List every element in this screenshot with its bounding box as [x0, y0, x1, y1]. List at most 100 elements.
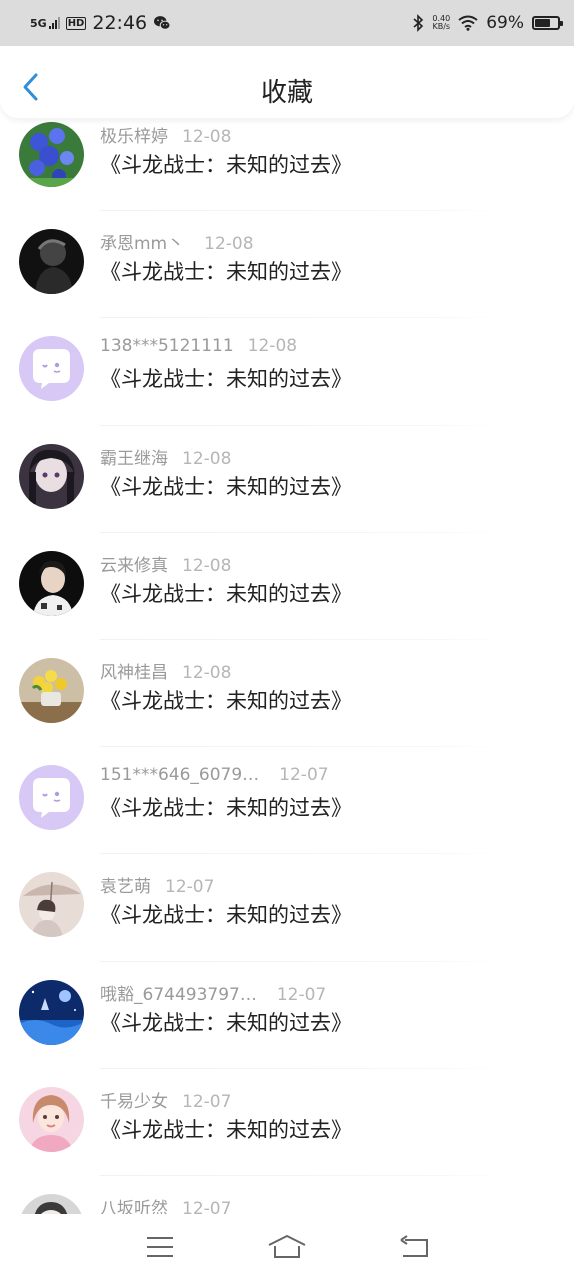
avatar-image-default-chat — [19, 765, 84, 831]
favorite-item[interactable]: 哦豁_674493797… 12-07 《斗龙战士：未知的过去》 — [0, 962, 574, 1069]
book-title[interactable]: 《斗龙战士：未知的过去》 — [100, 149, 352, 179]
favorite-item[interactable]: 云来修真 12-08 《斗龙战士：未知的过去》 — [0, 533, 574, 640]
avatar-image-yellow-flowers — [19, 657, 84, 723]
user-avatar[interactable] — [19, 122, 84, 187]
user-avatar[interactable] — [19, 872, 84, 938]
user-avatar[interactable] — [19, 229, 84, 295]
home-icon — [268, 1235, 306, 1258]
username: 袁艺萌 — [100, 877, 151, 898]
user-avatar[interactable] — [19, 657, 84, 723]
back-button[interactable] — [392, 1231, 436, 1263]
username: 千易少女 — [100, 1091, 168, 1112]
favorite-item[interactable]: 风神桂昌 12-08 《斗龙战士：未知的过去》 — [0, 640, 574, 748]
username: 云来修真 — [100, 555, 168, 576]
favorite-date: 12-07 — [182, 1091, 232, 1112]
network-type: 5G — [30, 17, 47, 30]
status-bar: 5G HD 22:46 0.40 KB/s 69% — [0, 0, 574, 46]
book-title[interactable]: 《斗龙战士：未知的过去》 — [100, 792, 352, 822]
book-title[interactable]: 《斗龙战士：未知的过去》 — [100, 471, 352, 501]
username: 八坂听然 — [100, 1198, 168, 1214]
wifi-icon — [458, 15, 478, 31]
menu-button[interactable] — [138, 1231, 182, 1263]
favorite-item[interactable]: 承恩mm丶 12-08 《斗龙战士：未知的过去》 — [0, 211, 574, 319]
favorite-meta: 千易少女 12-07 — [100, 1087, 231, 1112]
hd-icon: HD — [65, 16, 87, 30]
battery-level-fill — [535, 19, 550, 27]
favorite-date: 12-07 — [165, 877, 215, 898]
book-title[interactable]: 《斗龙战士：未知的过去》 — [100, 1007, 352, 1037]
status-left: 5G HD 22:46 — [30, 12, 171, 34]
back-icon — [400, 1235, 429, 1257]
favorite-date: 12-07 — [279, 765, 329, 786]
user-avatar[interactable] — [19, 765, 84, 831]
favorites-list[interactable]: 极乐梓婷 12-08 《斗龙战士：未知的过去》 承恩mm丶 12-08 《斗龙战士：未知的… — [0, 118, 574, 1214]
book-title[interactable]: 《斗龙战士：未知的过去》 — [100, 1114, 352, 1144]
username: 承恩mm丶 — [100, 234, 185, 255]
favorite-date: 12-08 — [182, 555, 232, 576]
user-avatar[interactable] — [19, 1086, 84, 1152]
username: 138***5121111 — [100, 336, 234, 357]
favorite-meta: 风神桂昌 12-08 — [100, 658, 231, 683]
signal-indicator: 5G — [30, 17, 60, 29]
book-title[interactable]: 《斗龙战士：未知的过去》 — [100, 256, 352, 286]
app-screen: 5G HD 22:46 0.40 KB/s 69% 收藏 极乐梓婷 12-08 … — [0, 0, 574, 1280]
nav-bar: 收藏 — [0, 46, 574, 118]
favorite-meta: 袁艺萌 12-07 — [100, 872, 214, 897]
battery-icon — [532, 16, 563, 30]
network-speed: 0.40 KB/s — [432, 15, 450, 31]
favorite-item[interactable]: 极乐梓婷 12-08 《斗龙战士：未知的过去》 — [0, 118, 574, 212]
user-avatar[interactable] — [19, 443, 84, 509]
favorite-date: 12-08 — [182, 448, 232, 469]
book-title[interactable]: 《斗龙战士：未知的过去》 — [100, 685, 352, 715]
favorite-meta: 承恩mm丶 12-08 — [100, 229, 254, 254]
favorite-date: 12-07 — [182, 1198, 232, 1214]
avatar-image-umbrella-girl — [19, 872, 84, 938]
page-title: 收藏 — [260, 78, 313, 108]
book-title[interactable]: 《斗龙战士：未知的过去》 — [100, 578, 352, 608]
favorite-date: 12-08 — [204, 234, 254, 255]
user-avatar[interactable] — [19, 979, 84, 1045]
avatar-image-young-man — [19, 550, 84, 616]
system-nav-bar — [0, 1214, 574, 1280]
favorite-item[interactable]: 138***5121111 12-08 《斗龙战士：未知的过去》 — [0, 318, 574, 426]
bluetooth-icon — [413, 14, 424, 32]
favorite-meta: 八坂听然 12-07 — [100, 1194, 231, 1214]
wechat-icon — [154, 16, 171, 30]
username: 哦豁_674493797… — [100, 984, 257, 1005]
book-title[interactable]: 《斗龙战士：未知的过去》 — [100, 363, 352, 393]
favorite-date: 12-07 — [276, 984, 327, 1005]
avatar-image-blue-flowers — [19, 122, 84, 187]
username: 极乐梓婷 — [100, 127, 168, 147]
favorite-date: 12-08 — [247, 336, 298, 357]
favorite-item[interactable]: 千易少女 12-07 《斗龙战士：未知的过去》 — [0, 1069, 574, 1176]
avatar-image-blue-night — [19, 979, 84, 1045]
favorites-list-track: 极乐梓婷 12-08 《斗龙战士：未知的过去》 承恩mm丶 12-08 《斗龙战士：未知的… — [0, 118, 574, 1214]
favorite-meta: 云来修真 12-08 — [100, 551, 231, 576]
battery-percent: 69% — [486, 13, 524, 33]
user-avatar[interactable] — [19, 550, 84, 616]
menu-icon — [146, 1237, 173, 1257]
favorite-date: 12-08 — [182, 127, 232, 147]
favorite-item[interactable]: 151***646_6079… 12-07 《斗龙战士：未知的过去》 — [0, 747, 574, 855]
user-avatar[interactable] — [19, 1193, 84, 1214]
signal-bars-icon — [48, 17, 60, 29]
avatar-image-gray-portrait — [19, 1193, 84, 1214]
username: 霸王继海 — [100, 448, 168, 469]
favorite-item[interactable]: 霸王继海 12-08 《斗龙战士：未知的过去》 — [0, 426, 574, 533]
favorite-meta: 极乐梓婷 12-08 — [100, 122, 231, 147]
avatar-image-anime-girl — [19, 443, 84, 509]
avatar-image-dark-portrait — [19, 229, 84, 295]
favorite-meta: 138***5121111 12-08 — [100, 336, 297, 356]
network-speed-unit: KB/s — [432, 22, 451, 31]
clock: 22:46 — [92, 12, 148, 34]
avatar-image-default-chat — [19, 336, 84, 402]
home-button[interactable] — [265, 1231, 309, 1263]
user-avatar[interactable] — [19, 336, 84, 402]
favorite-meta: 151***646_6079… 12-07 — [100, 765, 329, 785]
favorite-item[interactable]: 袁艺萌 12-07 《斗龙战士：未知的过去》 — [0, 854, 574, 962]
book-title[interactable]: 《斗龙战士：未知的过去》 — [100, 899, 352, 929]
favorite-item[interactable]: 八坂听然 12-07 — [0, 1176, 574, 1214]
favorite-date: 12-08 — [182, 662, 232, 683]
username: 风神桂昌 — [100, 662, 168, 683]
avatar-image-pink-girl — [19, 1086, 84, 1152]
